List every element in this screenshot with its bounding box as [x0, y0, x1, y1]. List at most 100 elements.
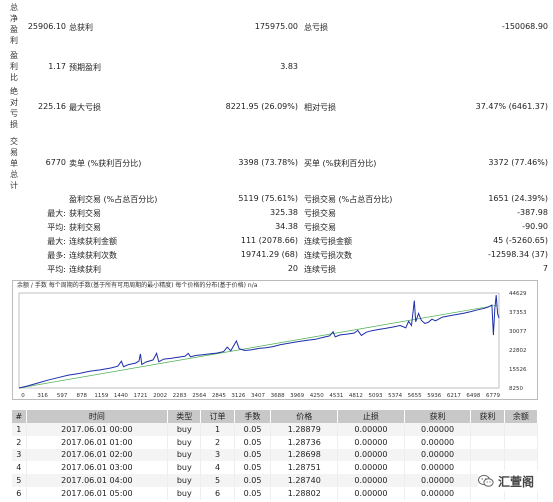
table-cell: 0.00000	[337, 448, 405, 462]
table-row[interactable]: 1 2017.06.01 00:00 buy 1 0.05 1.28879 0.00000 0…	[12, 423, 539, 436]
table-cell	[504, 435, 539, 449]
table-cell: 0.05	[234, 448, 272, 462]
profit-trades-value: 5119 (75.61%)	[238, 194, 298, 203]
table-cell: 0.00000	[337, 423, 405, 436]
max-consec-losses-label: 连续亏损金额	[304, 237, 352, 246]
x-tick-label: 6217	[447, 393, 461, 399]
table-cell: 0.00000	[404, 474, 472, 487]
avg-consec-losses-label: 连续亏损	[304, 265, 336, 274]
deals-table: # 时间 类型 订单 手数 价格 止损 获利 获利 余额 1 2017.06.01 00:00 buy…	[12, 410, 539, 500]
x-tick-label: 5374	[388, 393, 402, 399]
table-cell: 2017.06.01 03:00	[26, 461, 169, 475]
table-cell: 2017.06.01 00:00	[26, 423, 169, 436]
table-cell: 0.05	[234, 423, 272, 436]
balance-chart-svg: 0 316 597 878 1159 1440 1721 2002 2283 2564 2845 31…	[18, 291, 527, 399]
abs-drawdown-value: 225.16	[38, 102, 66, 111]
max-consec-wins-value: 111 (2078.66)	[240, 236, 298, 245]
x-tick-label: 3969	[290, 393, 304, 399]
loss-trades-label: 亏损交易 (%占总百分比)	[304, 195, 393, 204]
column-header[interactable]: 类型	[167, 410, 202, 423]
largest-loss-label: 亏损交易	[304, 209, 336, 218]
x-tick-label: 6498	[466, 393, 480, 399]
most-consec-profit-label: 连续获利次数	[69, 251, 117, 260]
x-tick-label: 6779	[486, 393, 500, 399]
x-tick-label: 878	[77, 393, 88, 399]
column-header[interactable]: 时间	[26, 410, 169, 423]
table-cell: 0.00000	[404, 448, 472, 462]
table-cell: 0.00000	[337, 461, 405, 475]
profit-trades-label: 盈利交易 (%占总百分比)	[69, 195, 158, 204]
table-cell: buy	[167, 486, 202, 500]
short-positions-label: 卖单 (%获利百分比)	[69, 159, 142, 168]
column-header[interactable]: 止损	[337, 410, 405, 423]
table-cell: buy	[167, 423, 202, 436]
wechat-icon	[478, 474, 494, 487]
table-cell: 5	[200, 474, 235, 487]
table-cell: 4	[200, 461, 235, 475]
table-cell: 6	[200, 486, 235, 500]
table-cell: 0.00000	[337, 474, 405, 487]
table-cell: 1.28698	[270, 448, 339, 462]
column-header[interactable]: 手数	[234, 410, 272, 423]
y-tick-label: 44629	[509, 291, 527, 297]
x-tick-label: 1721	[134, 393, 148, 399]
table-cell: 1.28751	[270, 461, 339, 475]
table-cell: 5	[12, 474, 27, 487]
table-row[interactable]: 2 2017.06.01 01:00 buy 2 0.05 1.28736 0.00000 0…	[12, 435, 539, 449]
column-header[interactable]: 获利	[470, 410, 505, 423]
x-tick-label: 5936	[427, 393, 441, 399]
gross-loss-value: -150068.90	[501, 22, 548, 31]
long-positions-label: 买单 (%获利百分比)	[304, 159, 377, 168]
column-header[interactable]: 订单	[200, 410, 235, 423]
most-consec-profit-value: 19741.29 (68)	[240, 250, 298, 259]
gross-profit-value: 175975.00	[254, 22, 298, 31]
most-consec-loss-label: 连续亏损次数	[304, 251, 352, 260]
net-profit-label: 总净盈利	[10, 3, 18, 45]
x-tick-label: 2845	[212, 393, 226, 399]
largest-profit-label: 获利交易	[69, 209, 101, 218]
table-cell: 4	[12, 461, 27, 475]
avg-consec-wins-label: 连续获利	[69, 265, 101, 274]
table-cell: 3	[200, 448, 235, 462]
x-tick-label: 3126	[231, 393, 245, 399]
table-cell: 0.00000	[404, 486, 472, 500]
avg-consec-wins-value: 20	[287, 264, 298, 273]
table-cell: 0.00000	[337, 435, 405, 449]
x-tick-label: 2283	[173, 393, 187, 399]
table-cell: 1.28736	[270, 435, 339, 449]
column-header[interactable]: 获利	[404, 410, 472, 423]
table-cell: 2017.06.01 05:00	[26, 486, 169, 500]
average-loss-value: -90.90	[522, 222, 548, 231]
table-cell	[504, 448, 539, 462]
column-header[interactable]: 价格	[270, 410, 339, 423]
table-cell: 0.05	[234, 486, 272, 500]
long-positions-value: 3372 (77.46%)	[488, 158, 548, 167]
x-tick-label: 5093	[369, 393, 383, 399]
table-cell: 1.28879	[270, 423, 339, 436]
table-cell: 2017.06.01 02:00	[26, 448, 169, 462]
table-row[interactable]: 4 2017.06.01 03:00 buy 4 0.05 1.28751 0.00000 0…	[12, 461, 539, 475]
table-cell: 0.05	[234, 474, 272, 487]
table-cell: buy	[167, 461, 202, 475]
column-header[interactable]: 余额	[504, 410, 539, 423]
table-header-row: # 时间 类型 订单 手数 价格 止损 获利 获利 余额	[12, 410, 539, 423]
table-cell: 0.00000	[404, 461, 472, 475]
table-cell: 0.00000	[337, 486, 405, 500]
table-cell: 2	[200, 435, 235, 449]
table-cell: 1.28740	[270, 474, 339, 487]
balance-chart: 0 316 597 878 1159 1440 1721 2002 2283 2564 2845 31…	[12, 280, 538, 400]
trend-line	[18, 304, 498, 389]
table-row[interactable]: 6 2017.06.01 05:00 buy 6 0.05 1.28802 0.00000 0…	[12, 486, 539, 500]
y-tick-label: 30077	[509, 329, 527, 335]
table-row[interactable]: 5 2017.06.01 04:00 buy 5 0.05 1.28740 0.00000 0…	[12, 474, 539, 487]
table-row[interactable]: 3 2017.06.01 02:00 buy 3 0.05 1.28698 0.00000 0…	[12, 448, 539, 462]
average-profit-value: 34.38	[275, 222, 298, 231]
column-header[interactable]: #	[12, 410, 27, 423]
expected-payoff-value: 3.83	[280, 62, 298, 71]
table-cell: 0.05	[234, 435, 272, 449]
total-trades-label: 交易单总计	[10, 137, 18, 190]
x-tick-label: 1159	[94, 393, 108, 399]
watermark: 汇萱阁	[478, 470, 548, 492]
profit-factor-label: 盈利比	[10, 51, 18, 82]
x-tick-label: 597	[57, 393, 68, 399]
